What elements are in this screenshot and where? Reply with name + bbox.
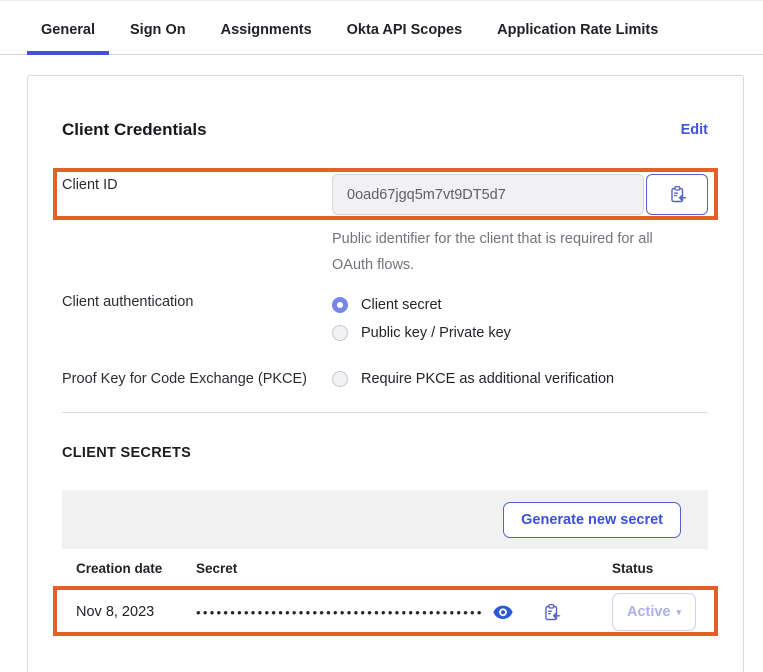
caret-down-icon: ▾ bbox=[677, 608, 682, 617]
radio-option-client-secret: Client secret bbox=[332, 294, 511, 316]
tab-okta-api-scopes[interactable]: Okta API Scopes bbox=[333, 1, 477, 55]
header-secret: Secret bbox=[196, 561, 610, 576]
clipboard-copy-icon bbox=[668, 185, 687, 204]
client-authentication-label: Client authentication bbox=[62, 294, 332, 344]
section-title-client-secrets: CLIENT SECRETS bbox=[62, 445, 708, 463]
pkce-checkbox-icon[interactable] bbox=[332, 371, 348, 387]
pkce-option: Require PKCE as additional verification bbox=[332, 368, 614, 390]
tab-assignments[interactable]: Assignments bbox=[207, 1, 326, 55]
section-title-client-credentials: Client Credentials bbox=[62, 120, 207, 140]
settings-card: Client Credentials Edit Client ID Public… bbox=[27, 75, 744, 672]
pkce-option-label: Require PKCE as additional verification bbox=[361, 371, 614, 387]
tab-general[interactable]: General bbox=[27, 1, 109, 55]
secret-table-row: Nov 8, 2023 ••••••••••••••••••••••••••••… bbox=[62, 588, 708, 636]
pkce-label: Proof Key for Code Exchange (PKCE) bbox=[62, 371, 332, 387]
masked-secret-value: ••••••••••••••••••••••••••••••••••••••••… bbox=[196, 605, 484, 620]
tab-bar: General Sign On Assignments Okta API Sco… bbox=[0, 1, 763, 55]
client-credentials-header: Client Credentials Edit bbox=[62, 120, 708, 140]
secret-creation-date: Nov 8, 2023 bbox=[76, 604, 196, 620]
status-label: Active bbox=[627, 604, 671, 620]
reveal-secret-button[interactable] bbox=[493, 605, 513, 620]
radio-label-public-private-key: Public key / Private key bbox=[361, 325, 511, 341]
generate-new-secret-button[interactable]: Generate new secret bbox=[503, 502, 681, 538]
tab-sign-on[interactable]: Sign On bbox=[116, 1, 200, 55]
copy-secret-button[interactable] bbox=[542, 603, 561, 622]
radio-selected-icon[interactable] bbox=[332, 297, 348, 313]
secrets-table-header: Creation date Secret Status bbox=[62, 549, 708, 588]
pkce-row: Proof Key for Code Exchange (PKCE) Requi… bbox=[62, 368, 708, 390]
clipboard-copy-icon bbox=[542, 603, 561, 622]
radio-unselected-icon[interactable] bbox=[332, 325, 348, 341]
copy-client-id-button[interactable] bbox=[646, 174, 708, 215]
eye-icon bbox=[493, 605, 513, 620]
radio-label-client-secret: Client secret bbox=[361, 297, 442, 313]
client-id-input[interactable] bbox=[332, 174, 644, 215]
status-dropdown-button[interactable]: Active ▾ bbox=[612, 593, 696, 631]
edit-link[interactable]: Edit bbox=[681, 122, 708, 138]
header-creation-date: Creation date bbox=[76, 561, 196, 576]
client-id-help-text: Public identifier for the client that is… bbox=[332, 226, 667, 278]
header-status: Status bbox=[610, 561, 708, 576]
client-id-row: Client ID bbox=[62, 174, 708, 215]
section-divider bbox=[62, 412, 708, 413]
tab-application-rate-limits[interactable]: Application Rate Limits bbox=[483, 1, 672, 55]
radio-option-public-private-key: Public key / Private key bbox=[332, 322, 511, 344]
client-id-label: Client ID bbox=[62, 174, 332, 193]
client-authentication-row: Client authentication Client secret Publ… bbox=[62, 294, 708, 344]
client-secrets-toolbar: Generate new secret bbox=[62, 490, 708, 549]
